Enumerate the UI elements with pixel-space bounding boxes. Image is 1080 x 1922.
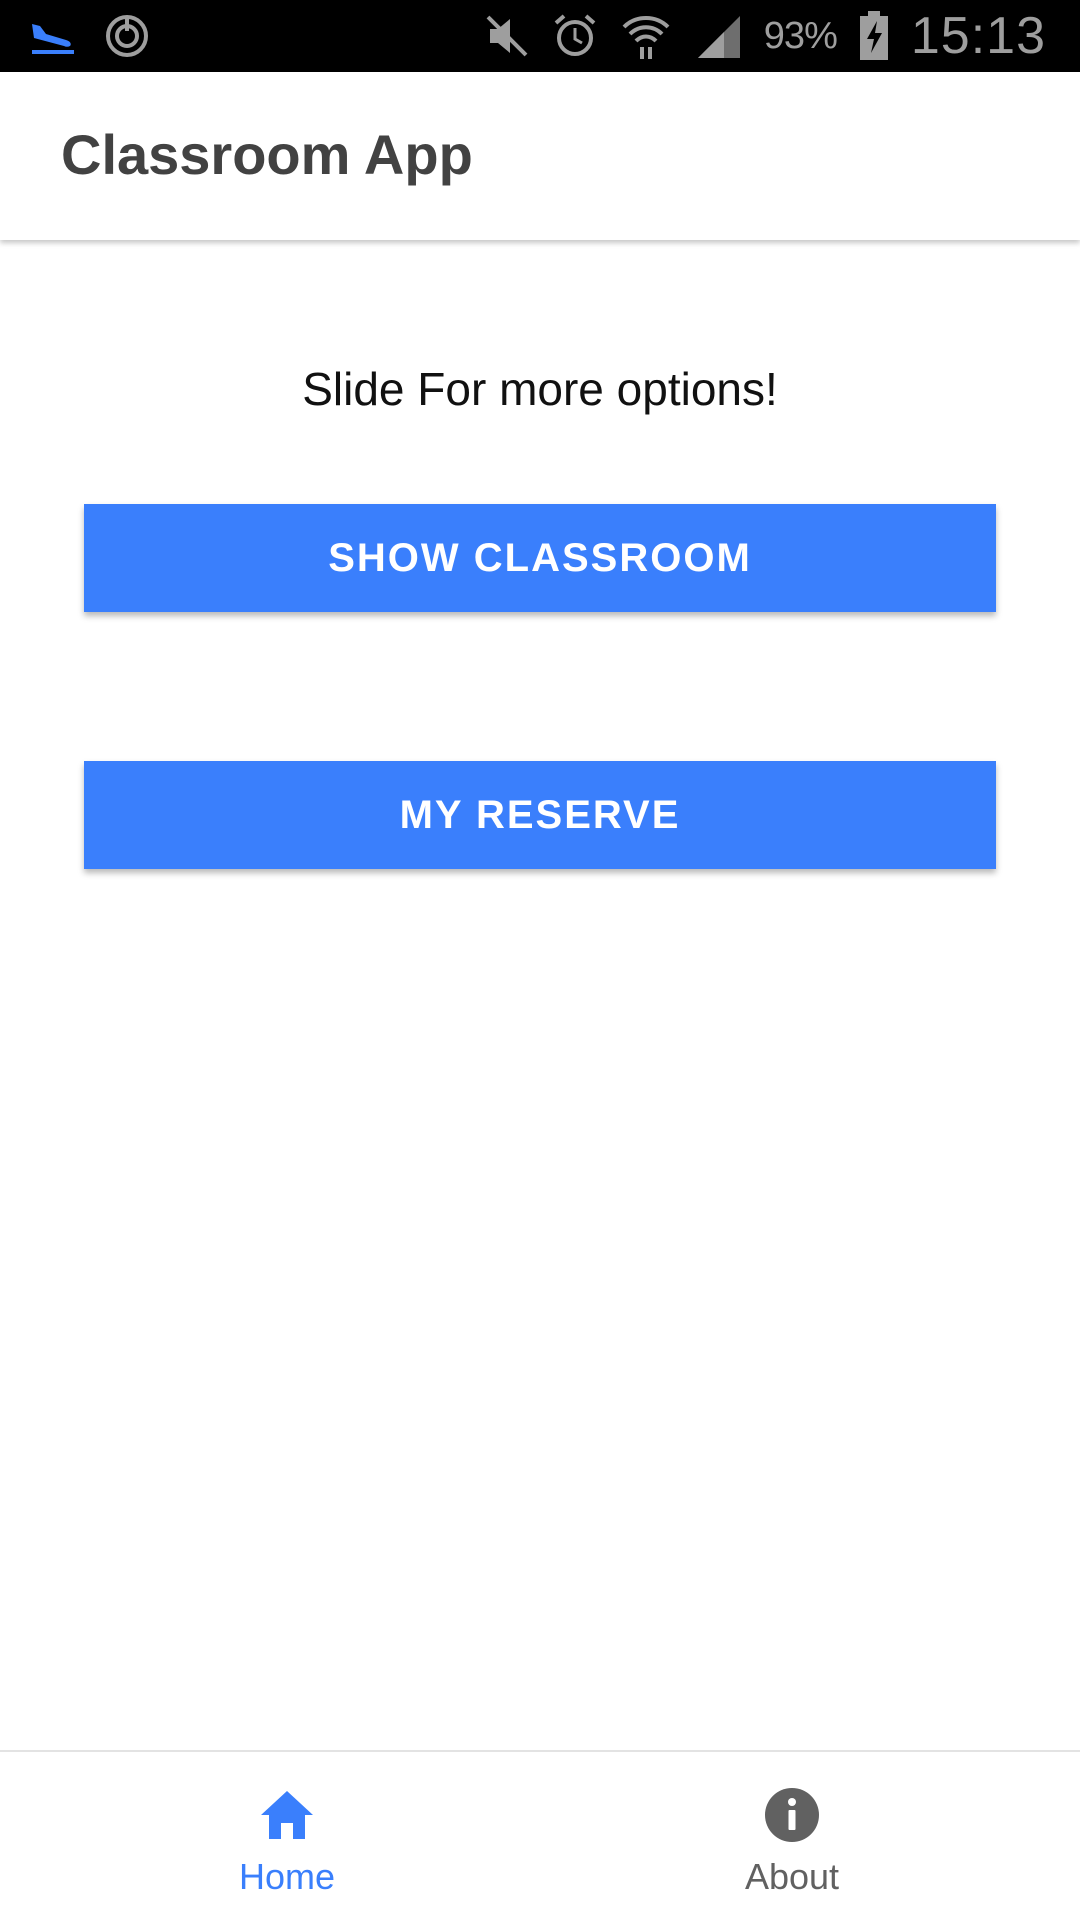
sync-icon: [104, 13, 150, 59]
tab-about[interactable]: About: [522, 1752, 1062, 1922]
alarm-icon: [552, 13, 598, 59]
tab-home-label: Home: [238, 1856, 336, 1897]
app-bar: Classroom App: [0, 72, 1080, 240]
status-right: 93% 15:13: [484, 7, 1046, 65]
status-bar: 93% 15:13: [0, 0, 1080, 72]
signal-icon: [694, 12, 742, 60]
airplane-landing-icon: [30, 16, 76, 56]
info-icon: [764, 1786, 820, 1844]
battery-charging-icon: [859, 11, 889, 61]
mute-icon: [484, 13, 530, 59]
battery-percent: 93%: [763, 14, 838, 57]
home-icon: [259, 1786, 315, 1844]
page-title: Classroom App: [61, 123, 473, 186]
bottom-navigation: Home About: [0, 1750, 1080, 1922]
wifi-icon: [620, 11, 672, 61]
show-classroom-button[interactable]: SHOW CLASSROOM: [84, 504, 996, 612]
tab-about-label: About: [744, 1856, 840, 1897]
status-clock: 15:13: [910, 7, 1046, 65]
slide-hint-text: Slide For more options!: [302, 363, 778, 415]
tab-home[interactable]: Home: [17, 1752, 557, 1922]
my-reserve-button[interactable]: MY RESERVE: [84, 761, 996, 869]
status-left: [30, 10, 150, 62]
